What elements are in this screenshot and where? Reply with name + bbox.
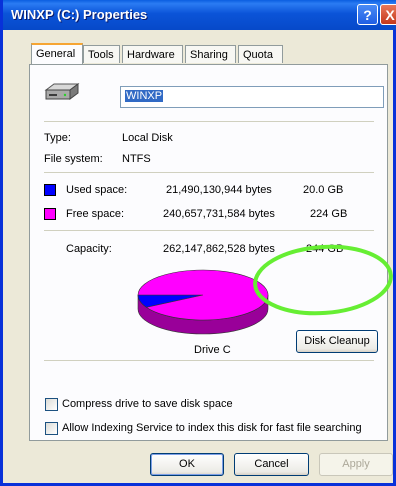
compress-drive-label[interactable]: Compress drive to save disk space bbox=[62, 398, 233, 410]
divider bbox=[44, 360, 374, 361]
tab-tools[interactable]: Tools bbox=[83, 45, 120, 63]
hard-drive-icon bbox=[44, 83, 80, 100]
used-space-swatch bbox=[44, 184, 56, 196]
tab-general[interactable]: General bbox=[31, 43, 83, 64]
pie-slice-free-space bbox=[137, 269, 269, 321]
disk-cleanup-button[interactable]: Disk Cleanup bbox=[296, 330, 378, 353]
divider bbox=[44, 230, 374, 231]
used-space-bytes: 21,490,130,944 bytes bbox=[166, 184, 272, 196]
free-space-bytes: 240,657,731,584 bytes bbox=[163, 208, 275, 220]
free-space-label: Free space: bbox=[66, 208, 125, 220]
divider bbox=[44, 121, 374, 122]
apply-button[interactable]: Apply bbox=[319, 453, 393, 476]
cancel-button[interactable]: Cancel bbox=[234, 453, 309, 476]
help-button[interactable]: ? bbox=[357, 4, 378, 25]
drive-name-value[interactable]: WINXP bbox=[125, 90, 164, 102]
capacity-label: Capacity: bbox=[66, 243, 112, 255]
tab-sharing[interactable]: Sharing bbox=[185, 45, 236, 63]
type-value: Local Disk bbox=[122, 132, 173, 144]
highlight-circle bbox=[253, 244, 393, 316]
drive-label: Drive C bbox=[194, 344, 231, 356]
title-bar[interactable]: WINXP (C:) Properties ? X bbox=[3, 0, 396, 30]
file-system-label: File system: bbox=[44, 153, 103, 165]
indexing-checkbox[interactable] bbox=[45, 422, 58, 435]
free-space-swatch bbox=[44, 208, 56, 220]
type-label: Type: bbox=[44, 132, 71, 144]
tab-quota[interactable]: Quota bbox=[238, 45, 283, 63]
indexing-label[interactable]: Allow Indexing Service to index this dis… bbox=[62, 422, 362, 434]
close-button[interactable]: X bbox=[380, 4, 396, 25]
free-space-size: 224 GB bbox=[310, 208, 348, 220]
used-space-size: 20.0 GB bbox=[303, 184, 344, 196]
tab-hardware[interactable]: Hardware bbox=[122, 45, 183, 63]
drive-name-input[interactable]: WINXP bbox=[120, 86, 384, 108]
divider bbox=[44, 172, 374, 173]
file-system-value: NTFS bbox=[122, 153, 151, 165]
used-space-label: Used space: bbox=[66, 184, 128, 196]
ok-button[interactable]: OK bbox=[150, 453, 224, 476]
compress-drive-checkbox[interactable] bbox=[45, 398, 58, 411]
window-title: WINXP (C:) Properties bbox=[11, 7, 148, 22]
